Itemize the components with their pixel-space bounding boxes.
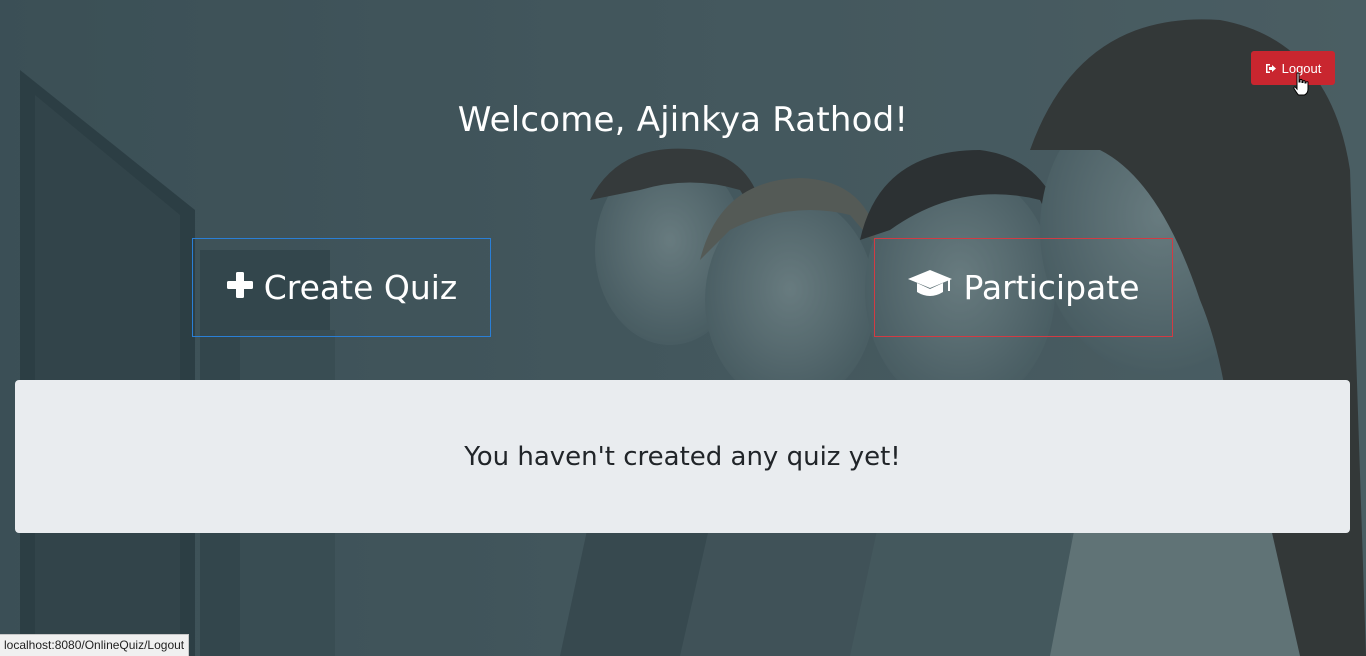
plus-icon bbox=[226, 268, 254, 307]
sign-out-icon bbox=[1265, 63, 1277, 74]
create-quiz-button[interactable]: Create Quiz bbox=[192, 238, 491, 337]
welcome-heading: Welcome, Ajinkya Rathod! bbox=[457, 100, 909, 140]
participate-label: Participate bbox=[963, 268, 1140, 307]
participate-button[interactable]: Participate bbox=[874, 238, 1173, 337]
hand-pointer-icon bbox=[1292, 72, 1310, 103]
page: Logout Welcome, Ajinkya Rathod! Create Q… bbox=[0, 0, 1366, 656]
graduation-cap-icon bbox=[907, 268, 953, 308]
empty-state-message: You haven't created any quiz yet! bbox=[464, 441, 901, 472]
browser-status-url: localhost:8080/OnlineQuiz/Logout bbox=[0, 634, 190, 656]
create-quiz-label: Create Quiz bbox=[263, 268, 458, 307]
quiz-list-panel: You haven't created any quiz yet! bbox=[15, 380, 1350, 533]
